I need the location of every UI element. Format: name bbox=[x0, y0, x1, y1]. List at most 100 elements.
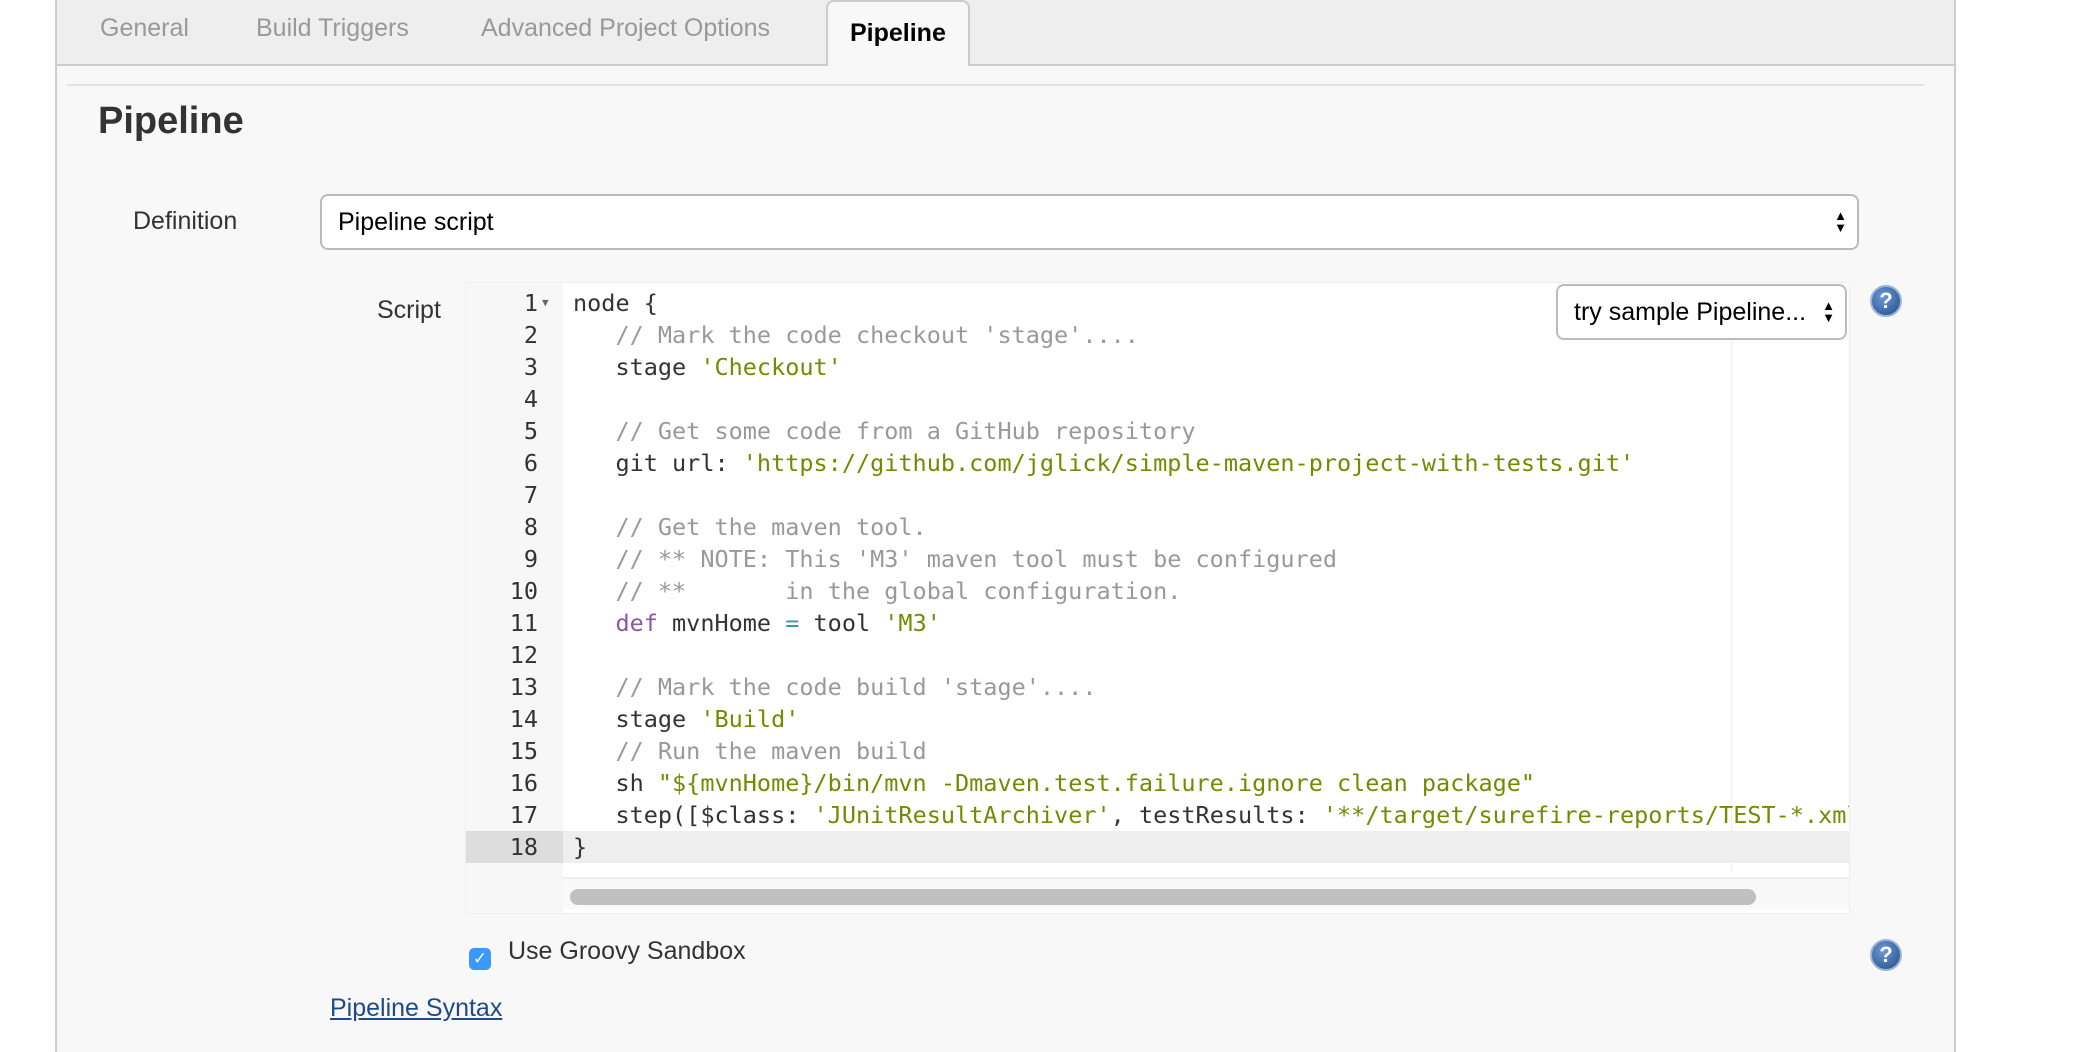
line-text: stage 'Build' bbox=[573, 703, 799, 735]
code-token: // Mark the code checkout 'stage'.... bbox=[573, 321, 1139, 349]
code-token: 'Checkout' bbox=[700, 353, 842, 381]
sandbox-label: Use Groovy Sandbox bbox=[508, 937, 746, 965]
line-text: step([$class: 'JUnitResultArchiver', tes… bbox=[573, 799, 1850, 831]
tab-pipeline[interactable]: Pipeline bbox=[826, 0, 970, 66]
code-line: 4 bbox=[466, 383, 1849, 415]
code-token: 'https://github.com/jglick/simple-maven-… bbox=[742, 449, 1635, 477]
sample-pipeline-select[interactable]: try sample Pipeline... ▲ ▼ bbox=[1556, 284, 1847, 340]
line-text: stage 'Checkout' bbox=[573, 351, 842, 383]
line-number: 6 bbox=[523, 449, 538, 477]
line-number: 3 bbox=[523, 353, 538, 381]
select-arrows-icon: ▲ ▼ bbox=[1834, 208, 1847, 235]
code-line: 3 stage 'Checkout' bbox=[466, 351, 1849, 383]
code-token: 'Build' bbox=[700, 705, 800, 733]
sample-pipeline-value: try sample Pipeline... bbox=[1574, 298, 1807, 326]
tab-build-triggers[interactable]: Build Triggers bbox=[256, 14, 409, 43]
script-editor[interactable]: 1 ▼ node { 2 // Mark the code checkout 'sta… bbox=[465, 282, 1850, 914]
horizontal-scrollbar[interactable] bbox=[563, 877, 1849, 909]
code-token: tool bbox=[799, 609, 885, 637]
code-lines: 1 ▼ node { 2 // Mark the code checkout 'sta… bbox=[466, 287, 1849, 863]
code-token: mvnHome bbox=[657, 609, 786, 637]
line-text: // Get some code from a GitHub repositor… bbox=[573, 415, 1196, 447]
code-token: 'JUnitResultArchiver' bbox=[813, 801, 1111, 829]
code-line: 13 // Mark the code build 'stage'.... bbox=[466, 671, 1849, 703]
code-token: "${mvnHome}/bin/mvn -Dmaven.test.failure… bbox=[657, 769, 1536, 797]
code-token: sh bbox=[573, 769, 658, 797]
line-text: def mvnHome = tool 'M3' bbox=[573, 607, 941, 639]
divider bbox=[67, 84, 1924, 86]
checkmark-icon: ✓ bbox=[472, 949, 488, 968]
line-text: } bbox=[573, 831, 587, 863]
code-token: stage bbox=[573, 705, 701, 733]
line-number: 12 bbox=[509, 641, 538, 669]
tab-bar: General Build Triggers Advanced Project … bbox=[57, 0, 1954, 66]
line-number: 7 bbox=[523, 481, 538, 509]
line-text: // Get the maven tool. bbox=[573, 511, 927, 543]
code-token: = bbox=[785, 609, 800, 637]
sandbox-checkbox[interactable]: ✓ bbox=[469, 948, 491, 970]
code-line: 14 stage 'Build' bbox=[466, 703, 1849, 735]
code-token: // Get the maven tool. bbox=[573, 513, 927, 541]
code-line: 18} bbox=[466, 831, 1849, 863]
line-number: 15 bbox=[509, 737, 538, 765]
code-line: 8 // Get the maven tool. bbox=[466, 511, 1849, 543]
line-text: // Mark the code checkout 'stage'.... bbox=[573, 319, 1139, 351]
code-token: } bbox=[573, 833, 588, 861]
line-number: 17 bbox=[509, 801, 538, 829]
scrollbar-thumb[interactable] bbox=[570, 889, 1756, 905]
help-icon[interactable]: ? bbox=[1870, 939, 1902, 971]
tab-general[interactable]: General bbox=[100, 14, 189, 43]
help-icon[interactable]: ? bbox=[1870, 285, 1902, 317]
pipeline-syntax-link[interactable]: Pipeline Syntax bbox=[330, 994, 502, 1023]
code-line: 12 bbox=[466, 639, 1849, 671]
tab-advanced-project-options[interactable]: Advanced Project Options bbox=[481, 14, 770, 43]
code-token: node { bbox=[573, 289, 658, 317]
line-number: 18 bbox=[466, 831, 563, 863]
section-title: Pipeline bbox=[98, 100, 244, 142]
definition-select[interactable]: Pipeline script ▲ ▼ bbox=[320, 194, 1859, 250]
code-line: 11 def mvnHome = tool 'M3' bbox=[466, 607, 1849, 639]
code-token: // ** NOTE: This 'M3' maven tool must be… bbox=[573, 545, 1338, 573]
line-text: // Run the maven build bbox=[573, 735, 926, 767]
code-token: step([$class: bbox=[573, 801, 814, 829]
line-text: git url: 'https://github.com/jglick/simp… bbox=[573, 447, 1634, 479]
code-line: 15 // Run the maven build bbox=[466, 735, 1849, 767]
line-number: 10 bbox=[509, 577, 538, 605]
line-number: 5 bbox=[523, 417, 538, 445]
definition-value: Pipeline script bbox=[338, 208, 494, 236]
code-token: 'M3' bbox=[884, 609, 941, 637]
line-number: 16 bbox=[509, 769, 538, 797]
line-text: node { bbox=[573, 287, 658, 319]
code-line: 9 // ** NOTE: This 'M3' maven tool must … bbox=[466, 543, 1849, 575]
fold-arrow-icon[interactable]: ▼ bbox=[542, 287, 549, 319]
line-text: // Mark the code build 'stage'.... bbox=[573, 671, 1096, 703]
line-number: 9 bbox=[523, 545, 538, 573]
line-number: 8 bbox=[523, 513, 538, 541]
code-token: '**/target/surefire-reports/TEST-*.xml' bbox=[1322, 801, 1850, 829]
definition-label: Definition bbox=[133, 207, 238, 235]
code-token: // Mark the code build 'stage'.... bbox=[573, 673, 1097, 701]
code-token: def bbox=[573, 609, 658, 637]
code-line: 5 // Get some code from a GitHub reposit… bbox=[466, 415, 1849, 447]
code-line: 7 bbox=[466, 479, 1849, 511]
line-number: 13 bbox=[509, 673, 538, 701]
line-text: // ** NOTE: This 'M3' maven tool must be… bbox=[573, 543, 1337, 575]
code-token: , testResults: bbox=[1110, 801, 1323, 829]
code-token: git url: bbox=[573, 449, 743, 477]
line-text: // ** in the global configuration. bbox=[573, 575, 1181, 607]
line-number: 4 bbox=[523, 385, 538, 413]
script-label: Script bbox=[377, 296, 441, 324]
code-line: 10 // ** in the global configuration. bbox=[466, 575, 1849, 607]
line-number: 2 bbox=[523, 321, 538, 349]
line-number: 1 bbox=[523, 289, 538, 317]
code-token: // Get some code from a GitHub repositor… bbox=[573, 417, 1196, 445]
code-token: // ** in the global configuration. bbox=[573, 577, 1182, 605]
line-number: 11 bbox=[509, 609, 538, 637]
code-line: 6 git url: 'https://github.com/jglick/si… bbox=[466, 447, 1849, 479]
line-text: sh "${mvnHome}/bin/mvn -Dmaven.test.fail… bbox=[573, 767, 1535, 799]
code-line: 16 sh "${mvnHome}/bin/mvn -Dmaven.test.f… bbox=[466, 767, 1849, 799]
select-arrows-icon: ▲ ▼ bbox=[1822, 298, 1835, 325]
code-line: 17 step([$class: 'JUnitResultArchiver', … bbox=[466, 799, 1849, 831]
code-token: stage bbox=[573, 353, 701, 381]
line-number: 14 bbox=[509, 705, 538, 733]
